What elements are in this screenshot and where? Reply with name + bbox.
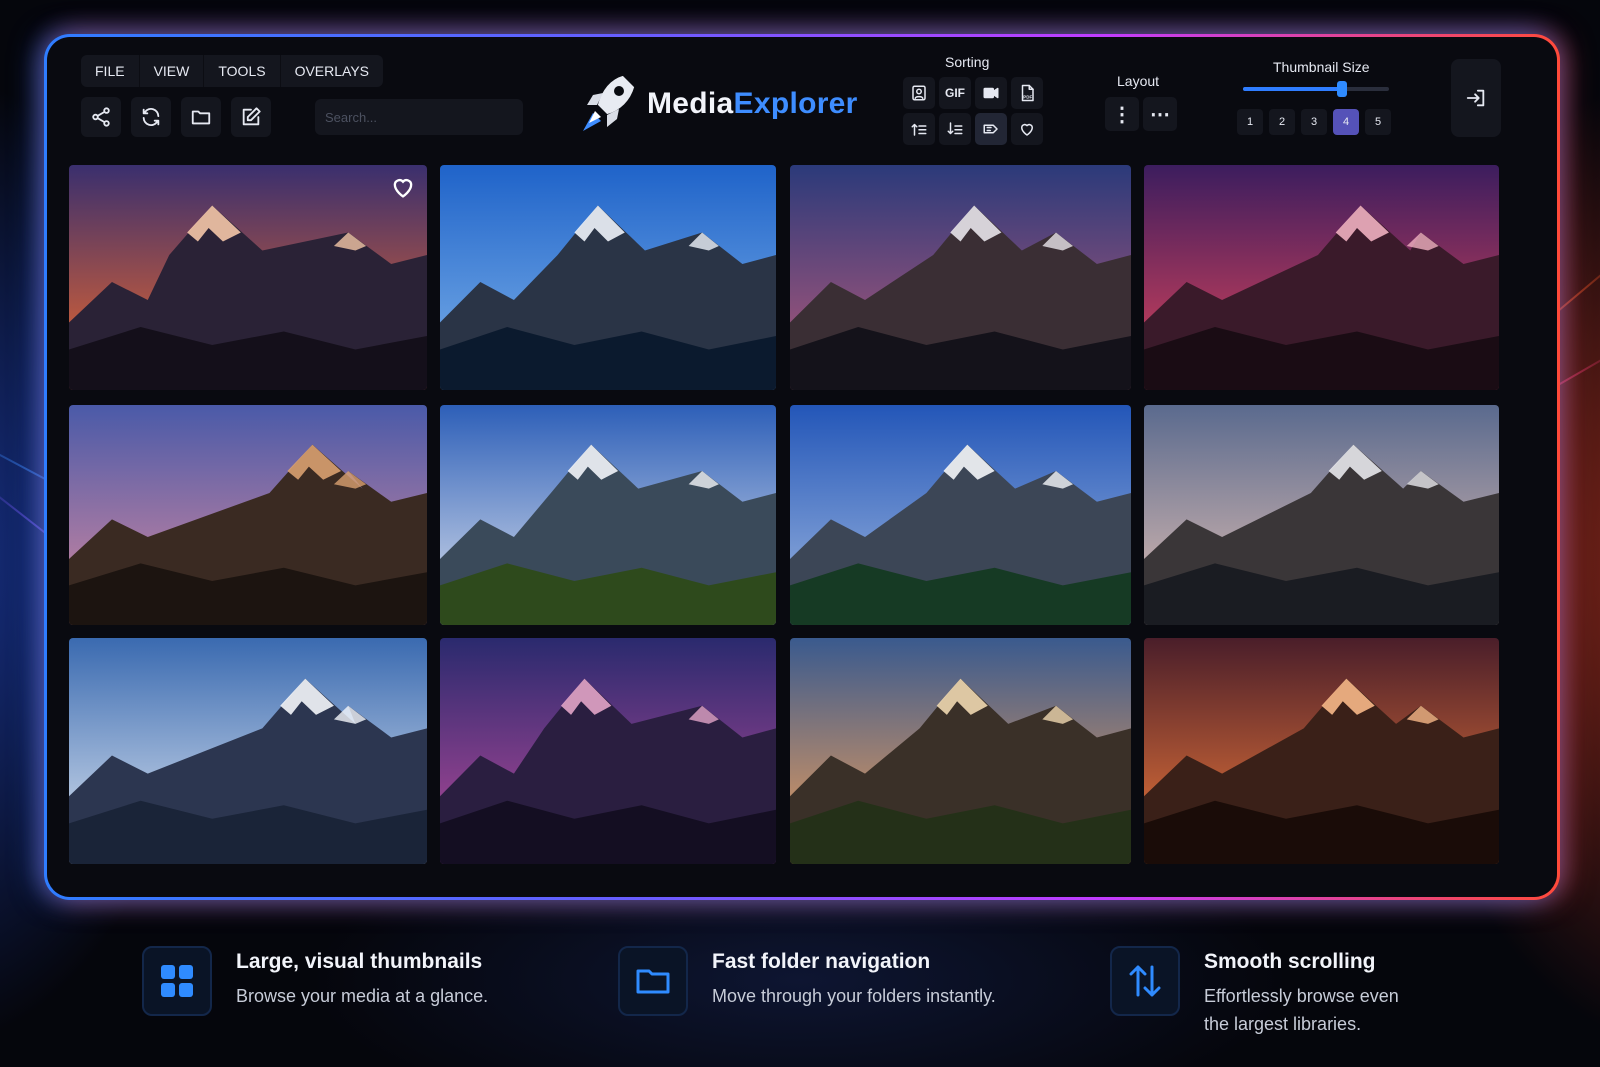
- sorting-buttons: GIF PDF: [903, 77, 1043, 145]
- favorite-button[interactable]: [389, 173, 419, 203]
- thumbnail[interactable]: [440, 638, 776, 864]
- feature-description: Browse your media at a glance.: [236, 986, 489, 1006]
- sort-ascending-icon: [911, 123, 927, 136]
- layout-buttons: ⋮ ⋯: [1105, 97, 1177, 131]
- feature-thumbnails: Large, visual thumbnails Browse your med…: [142, 946, 488, 1016]
- mountain-landscape-image: [1144, 638, 1499, 864]
- size-option-5[interactable]: 5: [1365, 109, 1391, 135]
- thumbnail-size-slider[interactable]: [1243, 81, 1389, 97]
- feature-title: Fast folder navigation: [712, 950, 931, 973]
- mountain-landscape-image: [440, 638, 776, 864]
- menu-overlays[interactable]: OVERLAYS: [281, 55, 383, 87]
- sorting-label: Sorting: [945, 54, 990, 70]
- pdf-icon: PDF: [1021, 84, 1034, 102]
- thumbnail[interactable]: [69, 638, 427, 864]
- size-option-4[interactable]: 4: [1333, 109, 1359, 135]
- refresh-button[interactable]: [131, 97, 171, 137]
- feature-title: Smooth scrolling: [1204, 950, 1376, 973]
- edit-icon: [242, 107, 261, 126]
- refresh-icon: [142, 108, 160, 126]
- thumbnail[interactable]: [69, 165, 427, 390]
- feature-description: Effortlessly browse even the largest libr…: [1204, 986, 1399, 1034]
- feature-icon: [1110, 946, 1180, 1016]
- sort-descending-button[interactable]: [939, 113, 971, 145]
- up-down-arrows-icon: [1129, 965, 1161, 997]
- sort-video-button[interactable]: [975, 77, 1007, 109]
- mountain-landscape-image: [790, 405, 1131, 625]
- thumbnail-size-label: Thumbnail Size: [1273, 59, 1370, 75]
- share-button[interactable]: [81, 97, 121, 137]
- open-folder-button[interactable]: [181, 97, 221, 137]
- sort-descending-icon: [947, 122, 963, 135]
- slider-fill: [1243, 87, 1343, 91]
- edit-button[interactable]: [231, 97, 271, 137]
- mountain-landscape-image: [790, 638, 1131, 864]
- thumbnail[interactable]: [790, 165, 1131, 390]
- sort-gif-button[interactable]: GIF: [939, 77, 971, 109]
- thumbnail[interactable]: [440, 405, 776, 625]
- app-window: FILE VIEW TOOLS OVERLAYS MediaExplorer S…: [44, 34, 1560, 900]
- video-icon: [983, 87, 999, 99]
- sort-favorites-button[interactable]: [1011, 113, 1043, 145]
- thumbnail[interactable]: [440, 165, 776, 390]
- grid-icon: [161, 965, 193, 997]
- sort-portrait-button[interactable]: [903, 77, 935, 109]
- mountain-landscape-image: [1144, 165, 1499, 390]
- feature-title: Large, visual thumbnails: [236, 950, 483, 973]
- mountain-landscape-image: [790, 165, 1131, 390]
- thumbnail-size-buttons: 1 2 3 4 5: [1237, 109, 1391, 135]
- menu-file[interactable]: FILE: [81, 55, 140, 87]
- thumbnail[interactable]: [69, 405, 427, 625]
- slider-thumb[interactable]: [1337, 81, 1348, 97]
- layout-vertical-button[interactable]: ⋮: [1105, 97, 1139, 131]
- size-option-2[interactable]: 2: [1269, 109, 1295, 135]
- svg-text:PDF: PDF: [1023, 94, 1032, 99]
- search-input[interactable]: [315, 99, 523, 135]
- thumbnail[interactable]: [1144, 638, 1499, 864]
- folder-icon: [191, 110, 211, 125]
- exit-button[interactable]: [1451, 59, 1501, 137]
- thumbnail[interactable]: [790, 405, 1131, 625]
- mountain-landscape-image: [69, 638, 427, 864]
- sort-ascending-button[interactable]: [903, 113, 935, 145]
- mountain-landscape-image: [1144, 405, 1499, 625]
- size-option-1[interactable]: 1: [1237, 109, 1263, 135]
- app-logo: MediaExplorer: [579, 71, 858, 137]
- share-icon: [92, 107, 110, 127]
- menu-tools[interactable]: TOOLS: [204, 55, 281, 87]
- layout-label: Layout: [1117, 73, 1160, 89]
- thumbnail[interactable]: [1144, 405, 1499, 625]
- sort-pdf-button[interactable]: PDF: [1011, 77, 1043, 109]
- app-title: MediaExplorer: [647, 87, 858, 120]
- menu-view[interactable]: VIEW: [140, 55, 205, 87]
- feature-icon: [142, 946, 212, 1016]
- exit-icon: [1466, 89, 1485, 107]
- heart-icon: [1021, 123, 1033, 136]
- folder-icon: [636, 969, 670, 994]
- mountain-landscape-image: [69, 405, 427, 625]
- heart-icon: [393, 179, 413, 198]
- thumbnail[interactable]: [790, 638, 1131, 864]
- mountain-landscape-image: [440, 405, 776, 625]
- feature-folders: Fast folder navigation Move through your…: [618, 946, 996, 1016]
- feature-description: Move through your folders instantly.: [712, 986, 996, 1006]
- size-option-3[interactable]: 3: [1301, 109, 1327, 135]
- layout-horizontal-button[interactable]: ⋯: [1143, 97, 1177, 131]
- portrait-icon: [912, 85, 926, 101]
- mountain-landscape-image: [440, 165, 776, 390]
- thumbnail[interactable]: [1144, 165, 1499, 390]
- feature-scrolling: Smooth scrolling Effortlessly browse eve…: [1110, 946, 1399, 1038]
- mountain-landscape-image: [69, 165, 427, 390]
- feature-icon: [618, 946, 688, 1016]
- menu-bar: FILE VIEW TOOLS OVERLAYS: [81, 55, 383, 87]
- toolbar: [81, 97, 271, 137]
- tag-icon: [983, 124, 998, 134]
- sort-tag-button[interactable]: [975, 113, 1007, 145]
- rocket-icon: [583, 74, 636, 131]
